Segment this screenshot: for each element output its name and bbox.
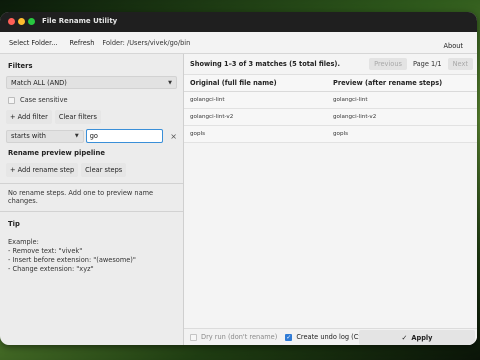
zoom-window-button[interactable] bbox=[28, 18, 35, 25]
case-sensitive-label: Case sensitive bbox=[20, 96, 68, 104]
folder-path-label: Folder: /Users/vivek/go/bin bbox=[102, 38, 191, 47]
pipeline-title: Rename preview pipeline bbox=[8, 149, 105, 157]
column-header-preview[interactable]: Preview (after rename steps) bbox=[329, 79, 477, 87]
case-sensitive-row[interactable]: Case sensitive bbox=[0, 96, 183, 104]
match-mode-value: Match ALL (AND) bbox=[11, 78, 67, 87]
window-title: File Rename Utility bbox=[42, 17, 118, 25]
next-page-button[interactable]: Next bbox=[447, 58, 473, 70]
app-window: File Rename Utility Select Folder... Ref… bbox=[0, 12, 477, 345]
clear-filters-button[interactable]: Clear filters bbox=[54, 110, 101, 124]
filters-title: Filters bbox=[8, 62, 33, 70]
cell-original: golangci-lint bbox=[190, 97, 225, 103]
results-table: Original (full file name) Preview (after… bbox=[184, 74, 477, 143]
dry-run-label: Dry run (don't rename) bbox=[201, 333, 278, 341]
about-button[interactable]: About bbox=[440, 39, 468, 53]
select-folder-button[interactable]: Select Folder... bbox=[5, 36, 62, 50]
dry-run-checkbox[interactable] bbox=[190, 333, 197, 341]
add-filter-button[interactable]: + Add filter bbox=[6, 110, 52, 124]
match-mode-select[interactable]: Match ALL (AND) ▼ bbox=[6, 76, 177, 89]
previous-page-button[interactable]: Previous bbox=[369, 58, 407, 70]
remove-filter-icon[interactable]: × bbox=[170, 132, 177, 141]
filter-type-value: starts with bbox=[11, 132, 46, 140]
apply-label: Apply bbox=[411, 333, 433, 342]
left-panel: Filters Match ALL (AND) ▼ Case sensitive… bbox=[0, 54, 186, 345]
pager: Previous Page 1/1 Next bbox=[369, 58, 473, 70]
results-panel: Showing 1–3 of 3 matches (5 total files)… bbox=[184, 54, 477, 345]
results-status: Showing 1–3 of 3 matches (5 total files)… bbox=[190, 60, 340, 68]
tip-line: Example: bbox=[8, 238, 39, 246]
dropdown-caret-icon: ▼ bbox=[74, 133, 79, 139]
refresh-button[interactable]: Refresh bbox=[66, 36, 99, 50]
results-status-row: Showing 1–3 of 3 matches (5 total files)… bbox=[184, 54, 477, 74]
table-row[interactable]: golangci-lint-v2 golangci-lint-v2 bbox=[184, 109, 477, 126]
tip-title: Tip bbox=[8, 220, 20, 228]
cell-preview: golangci-lint-v2 bbox=[333, 114, 377, 120]
tip-line: - Remove text: "vivek" bbox=[8, 247, 83, 255]
table-header: Original (full file name) Preview (after… bbox=[184, 74, 477, 92]
cell-preview: gopls bbox=[333, 131, 348, 137]
table-row[interactable]: gopls gopls bbox=[184, 126, 477, 143]
title-bar: File Rename Utility bbox=[0, 12, 477, 32]
close-window-button[interactable] bbox=[8, 18, 15, 25]
filter-value-text: go bbox=[89, 132, 98, 140]
checkmark-icon: ✓ bbox=[401, 333, 408, 342]
tip-body: Example: - Remove text: "vivek" - Insert… bbox=[0, 238, 183, 274]
case-sensitive-checkbox[interactable] bbox=[8, 96, 15, 104]
toolbar: Select Folder... Refresh Folder: /Users/… bbox=[0, 32, 477, 54]
filter-value-input[interactable]: go bbox=[85, 129, 164, 143]
action-bar: Dry run (don't rename) ✓ Create undo log… bbox=[184, 328, 477, 345]
table-row[interactable]: golangci-lint golangci-lint bbox=[184, 92, 477, 109]
tip-line: - Insert before extension: "(awesome)" bbox=[8, 256, 136, 264]
filter-row: starts with ▼ go × bbox=[0, 129, 183, 143]
filter-type-select[interactable]: starts with ▼ bbox=[6, 129, 84, 143]
add-rename-step-button[interactable]: + Add rename step bbox=[6, 163, 79, 177]
undo-log-checkbox[interactable]: ✓ bbox=[285, 333, 293, 341]
cell-original: gopls bbox=[190, 131, 205, 137]
tip-line: - Change extension: "xyz" bbox=[8, 265, 94, 273]
minimize-window-button[interactable] bbox=[18, 18, 25, 25]
dropdown-caret-icon: ▼ bbox=[168, 79, 172, 86]
column-header-original[interactable]: Original (full file name) bbox=[184, 79, 329, 87]
cell-preview: golangci-lint bbox=[333, 97, 368, 103]
clear-steps-button[interactable]: Clear steps bbox=[81, 163, 127, 177]
cell-original: golangci-lint-v2 bbox=[190, 114, 234, 120]
page-indicator: Page 1/1 bbox=[412, 60, 442, 68]
apply-button[interactable]: ✓ Apply bbox=[359, 330, 475, 345]
pipeline-empty-text: No rename steps. Add one to preview name… bbox=[8, 189, 154, 205]
